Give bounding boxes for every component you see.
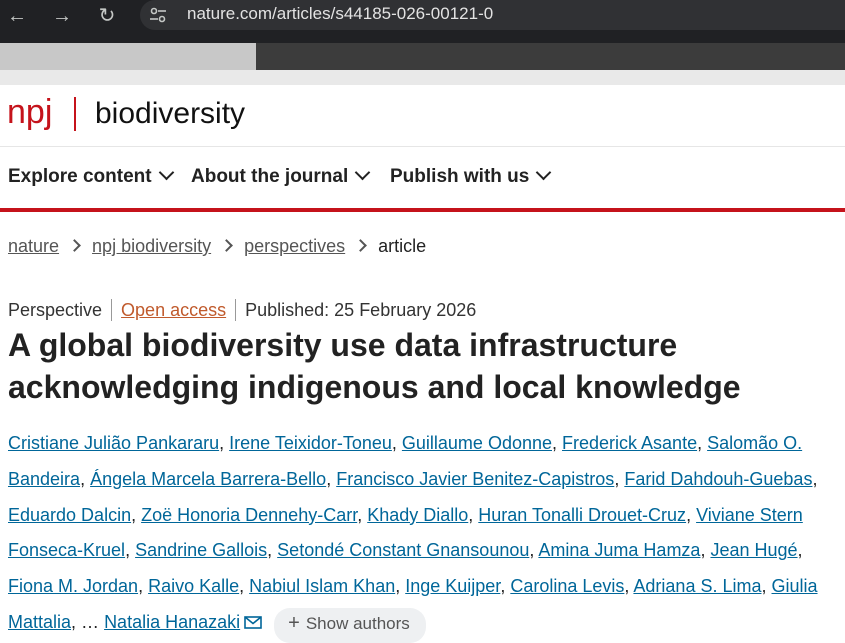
author-link[interactable]: Fiona M. Jordan (8, 576, 138, 596)
author-link[interactable]: Inge Kuijper (405, 576, 500, 596)
chevron-down-icon (536, 164, 552, 181)
author-link[interactable]: Setondé Constant Gnansounou (277, 540, 529, 560)
plus-icon: + (288, 611, 300, 634)
back-icon[interactable]: ← (4, 3, 30, 29)
author-link[interactable]: Guillaume Odonne (402, 433, 552, 453)
chevron-right-icon (354, 239, 368, 252)
author-link[interactable]: Eduardo Dalcin (8, 505, 131, 525)
author-link[interactable]: Adriana S. Lima (633, 576, 761, 596)
meta-divider (235, 299, 237, 322)
author-link[interactable]: Nabiul Islam Khan (249, 576, 395, 596)
chevron-right-icon (68, 239, 81, 252)
journal-logo-prefix[interactable]: npj (7, 93, 52, 132)
site-settings-icon[interactable] (148, 5, 168, 25)
author-list: Cristiane Julião Pankararu, Irene Teixid… (8, 426, 838, 643)
author-link[interactable]: Ángela Marcela Barrera-Bello (90, 469, 326, 489)
nav-publish-with-us[interactable]: Publish with us (390, 164, 552, 188)
article-meta: Perspective Open access Published: 25 Febr… (8, 299, 477, 322)
breadcrumb-npj-biodiversity[interactable]: npj biodiversity (92, 236, 211, 256)
author-link[interactable]: Sandrine Gallois (135, 540, 267, 560)
breadcrumb-nature[interactable]: nature (8, 236, 59, 256)
article-type: Perspective (8, 300, 103, 320)
author-link[interactable]: Raivo Kalle (148, 576, 239, 596)
show-authors-button[interactable]: + Show authors (274, 607, 426, 643)
author-link[interactable]: Frederick Asante (562, 433, 697, 453)
browser-toolbar: ← → ↻ nature.com/articles/s44185-026-001… (0, 0, 845, 43)
open-access-link[interactable]: Open access (121, 300, 226, 320)
nav-label: About the journal (191, 166, 349, 187)
journal-logo-name[interactable]: biodiversity (95, 97, 245, 131)
logo-divider (74, 97, 76, 131)
author-link[interactable]: Cristiane Julião Pankararu (8, 433, 219, 453)
author-link[interactable]: Jean Hugé (710, 540, 797, 560)
author-link[interactable]: Irene Teixidor-Toneu (229, 433, 392, 453)
author-link[interactable]: Amina Juma Hamza (538, 540, 700, 560)
nav-label: Explore content (8, 166, 152, 187)
chevron-down-icon (354, 164, 371, 181)
published-date: Published: 25 February 2026 (245, 300, 477, 320)
nav-about-the-journal[interactable]: About the journal (191, 164, 371, 188)
page-top-strip-dark (256, 43, 845, 70)
author-link[interactable]: Farid Dahdouh-Guebas (624, 469, 812, 489)
journal-header: npj biodiversity (0, 85, 845, 147)
article-title: A global biodiversity use data infrastru… (8, 327, 741, 405)
nav-explore-content[interactable]: Explore content (8, 164, 174, 188)
forward-icon[interactable]: → (49, 3, 75, 29)
author-ellipsis: … (81, 611, 100, 632)
reload-icon[interactable]: ↻ (94, 3, 120, 29)
meta-divider (111, 299, 113, 322)
chevron-right-icon (220, 239, 233, 252)
chevron-down-icon (158, 164, 174, 181)
main-nav: Explore content About the journal Publis… (0, 147, 845, 208)
breadcrumb: nature npj biodiversity perspectives articl… (8, 236, 426, 257)
author-link[interactable]: Francisco Javier Benitez-Capistros (336, 469, 614, 489)
nav-divider (0, 208, 845, 212)
author-link[interactable]: Carolina Levis (510, 576, 624, 596)
page-top-band (0, 70, 845, 85)
author-link[interactable]: Khady Diallo (367, 505, 468, 525)
author-link[interactable]: Huran Tonalli Drouet-Cruz (478, 505, 686, 525)
breadcrumb-current: article (378, 236, 427, 256)
show-authors-label: Show authors (305, 613, 410, 633)
corresponding-author-link[interactable]: Natalia Hanazaki (104, 612, 240, 632)
url-text[interactable]: nature.com/articles/s44185-026-00121-0 (187, 4, 493, 24)
author-link[interactable]: Zoë Honoria Dennehy-Carr (141, 505, 357, 525)
mail-icon[interactable] (244, 616, 262, 629)
breadcrumb-perspectives[interactable]: perspectives (244, 236, 345, 256)
nav-label: Publish with us (390, 166, 530, 187)
